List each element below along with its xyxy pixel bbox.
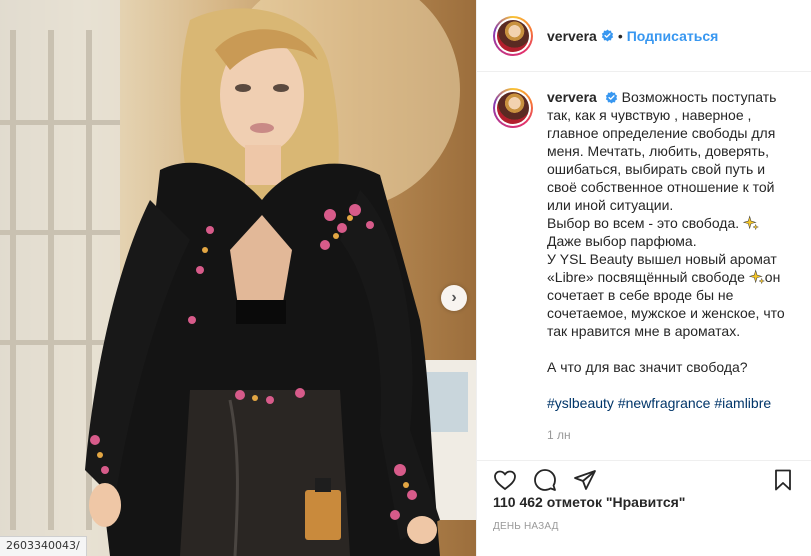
caption-time[interactable]: 1 лн <box>547 426 785 444</box>
photo-illustration <box>0 0 476 556</box>
caption-line-2: главное определение свободы для <box>547 125 776 141</box>
sparkle-icon <box>743 215 760 231</box>
caption-username-link[interactable]: ververa <box>547 89 597 105</box>
caption-text: ververa Возможность поступать так, как я… <box>547 88 785 444</box>
verified-badge-icon <box>601 29 613 42</box>
caption-line-8: Даже выбор парфюма. <box>547 233 697 249</box>
caption-line-3: меня. Мечтать, любить, доверять, <box>547 143 769 159</box>
caption-line-10-tail: он <box>764 269 781 285</box>
caption-line-11: сочетает в себе вроде бы не <box>547 287 734 303</box>
caption-line-4: ошибаться, выбирать свой путь и <box>547 161 766 177</box>
caption-line-5: своё собственное отношение к той <box>547 179 775 195</box>
hashtag-link[interactable]: #yslbeauty <box>547 395 614 411</box>
caption-line-13: так нравится мне в ароматах. <box>547 323 741 339</box>
caption-line-14: А что для вас значит свобода? <box>547 359 748 375</box>
like-heart-icon[interactable] <box>493 468 517 492</box>
status-url: 2603340043/ <box>0 536 87 556</box>
post-photo[interactable]: › 2603340043/ <box>0 0 476 556</box>
likes-label: отметок "Нравится" <box>546 494 686 510</box>
username-link[interactable]: ververa <box>547 28 597 44</box>
caption: ververa Возможность поступать так, как я… <box>493 88 795 444</box>
hashtag-link[interactable]: #newfragrance <box>618 395 711 411</box>
caption-line-9: У YSL Beauty вышел новый аромат <box>547 251 777 267</box>
hashtags: #yslbeauty #newfragrance #iamlibre <box>547 394 785 412</box>
caption-line-6: или иной ситуации. <box>547 197 674 213</box>
caption-line-7: Выбор во всем - это свобода. <box>547 215 740 231</box>
caption-line-10: «Libre» посвящённый свободе <box>547 269 745 285</box>
bookmark-icon[interactable] <box>771 468 795 492</box>
share-icon[interactable] <box>573 468 597 492</box>
likes-count: 110 462 <box>493 494 543 510</box>
post-date[interactable]: день назад <box>493 521 559 532</box>
next-photo-button[interactable]: › <box>441 285 467 311</box>
caption-avatar-image <box>497 92 529 124</box>
follow-button[interactable]: Подписаться <box>627 28 719 44</box>
avatar[interactable] <box>493 15 533 56</box>
post-sidebar: ververa • Подписаться ververa Возможност… <box>476 0 811 556</box>
post-header: ververa • Подписаться <box>477 0 811 72</box>
caption-line-1: так, как я чувствую , наверное , <box>547 107 752 123</box>
post-actions <box>477 460 811 498</box>
avatar-image <box>497 19 529 52</box>
comments-area: ververa Возможность поступать так, как я… <box>477 72 811 460</box>
sparkle-icon <box>748 269 765 285</box>
header-separator: • <box>617 27 623 44</box>
hashtag-link[interactable]: #iamlibre <box>714 395 771 411</box>
caption-verified-badge-icon <box>605 91 617 104</box>
caption-line-12: сочетаемое, мужское и женское, что <box>547 305 785 321</box>
comment-icon[interactable] <box>533 468 557 492</box>
caption-line-0: Возможность поступать <box>621 89 777 105</box>
likes-counter[interactable]: 110 462 отметок "Нравится" <box>493 494 685 510</box>
caption-avatar[interactable] <box>493 88 533 128</box>
